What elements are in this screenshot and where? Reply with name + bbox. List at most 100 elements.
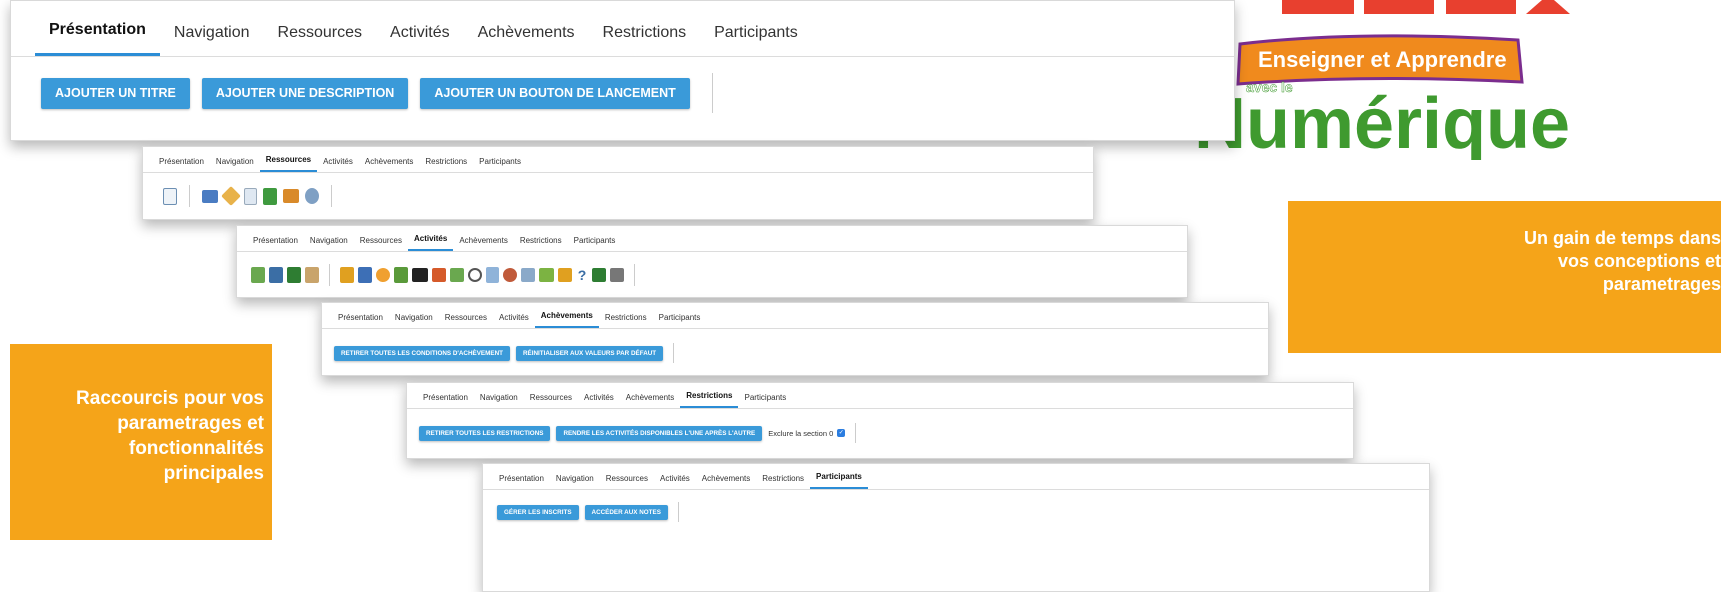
- tab-bar: Présentation Navigation Ressources Activ…: [11, 1, 1234, 57]
- panel-participants: Présentation Navigation Ressources Activ…: [482, 463, 1430, 592]
- tab-ressources[interactable]: Ressources: [264, 24, 376, 56]
- tab-restrictions[interactable]: Restrictions: [514, 236, 568, 251]
- choice-icon[interactable]: [340, 267, 354, 283]
- logo-word: Numérique: [1194, 84, 1570, 160]
- survey-icon[interactable]: [450, 268, 464, 282]
- tab-navigation[interactable]: Navigation: [304, 236, 354, 251]
- file-icon[interactable]: [244, 187, 257, 205]
- panel-presentation: Présentation Navigation Ressources Activ…: [10, 0, 1235, 141]
- tab-restrictions[interactable]: Restrictions: [589, 24, 701, 56]
- callout-line: principales: [163, 463, 264, 484]
- divider: [189, 185, 190, 207]
- tab-ressources[interactable]: Ressources: [259, 155, 318, 172]
- tab-achevements[interactable]: Achèvements: [453, 236, 513, 251]
- puzzle-icon[interactable]: [539, 268, 554, 282]
- remove-completion-button[interactable]: RETIRER TOUTES LES CONDITIONS D'ACHÈVEME…: [334, 345, 510, 361]
- workshop-icon[interactable]: [287, 267, 301, 283]
- tab-restrictions[interactable]: Restrictions: [599, 313, 653, 328]
- tab-presentation[interactable]: Présentation: [247, 236, 304, 251]
- remove-restrictions-button[interactable]: RETIRER TOUTES LES RESTRICTIONS: [419, 425, 551, 441]
- wiki-icon[interactable]: [486, 267, 499, 283]
- page-icon[interactable]: [163, 187, 177, 205]
- access-grades-button[interactable]: ACCÉDER AUX NOTES: [584, 504, 668, 520]
- tab-participants[interactable]: Participants: [568, 236, 622, 251]
- tab-navigation[interactable]: Navigation: [210, 157, 260, 172]
- quiz-icon[interactable]: [468, 268, 482, 282]
- add-title-button[interactable]: AJOUTER UN TITRE: [41, 77, 190, 109]
- tab-restrictions[interactable]: Restrictions: [756, 474, 810, 489]
- exclude-section-checkbox[interactable]: ✓: [837, 429, 846, 437]
- tab-navigation[interactable]: Navigation: [474, 393, 524, 408]
- tab-ressources[interactable]: Ressources: [600, 474, 654, 489]
- tab-participants[interactable]: Participants: [810, 472, 868, 489]
- assignment-icon[interactable]: [394, 267, 408, 283]
- tab-presentation[interactable]: Présentation: [417, 393, 474, 408]
- database-icon[interactable]: [269, 267, 283, 283]
- elea-logo: Enseigner et Apprendre avec le Numérique: [1193, 0, 1572, 160]
- callout-line: Raccourcis pour vos: [76, 388, 264, 409]
- tab-activites[interactable]: Activités: [317, 157, 359, 172]
- tab-navigation[interactable]: Navigation: [160, 24, 264, 56]
- tab-restrictions[interactable]: Restrictions: [680, 391, 739, 408]
- tab-activites[interactable]: Activités: [654, 474, 696, 489]
- tab-bar: Présentation Navigation Ressources Activ…: [143, 147, 1093, 173]
- tab-achevements[interactable]: Achèvements: [359, 157, 419, 172]
- imscp-icon[interactable]: [283, 189, 299, 203]
- h5p-icon[interactable]: [412, 268, 428, 282]
- lesson-icon[interactable]: [305, 267, 319, 283]
- tab-achevements[interactable]: Achèvements: [620, 393, 680, 408]
- tab-presentation[interactable]: Présentation: [332, 313, 389, 328]
- lti-icon[interactable]: [521, 268, 535, 282]
- tab-participants[interactable]: Participants: [700, 24, 812, 56]
- grid-icon[interactable]: [610, 268, 624, 282]
- tab-presentation[interactable]: Présentation: [153, 157, 210, 172]
- tab-ressources[interactable]: Ressources: [524, 393, 578, 408]
- sequential-availability-button[interactable]: RENDRE LES ACTIVITÉS DISPONIBLES L'UNE A…: [556, 425, 763, 441]
- panel-achevements: Présentation Navigation Ressources Activ…: [321, 302, 1269, 376]
- tab-participants[interactable]: Participants: [653, 313, 707, 328]
- tab-activites[interactable]: Activités: [578, 393, 620, 408]
- tab-navigation[interactable]: Navigation: [389, 313, 439, 328]
- forum-icon[interactable]: [432, 268, 446, 282]
- divider: [673, 343, 675, 363]
- tab-restrictions[interactable]: Restrictions: [419, 157, 473, 172]
- divider: [711, 73, 713, 113]
- tab-presentation[interactable]: Présentation: [35, 21, 160, 56]
- tab-achevements[interactable]: Achèvements: [534, 311, 599, 328]
- chat-icon[interactable]: [376, 268, 390, 282]
- badge-icon[interactable]: [558, 268, 572, 282]
- tab-achevements[interactable]: Achèvements: [696, 474, 756, 489]
- tab-activites[interactable]: Activités: [407, 234, 454, 251]
- callout-time-saving: Un gain de temps dans vos conceptions et…: [1288, 201, 1721, 353]
- feedback-icon[interactable]: [358, 267, 372, 283]
- label-icon[interactable]: [305, 188, 319, 204]
- callout-line: parametrages et: [117, 413, 264, 434]
- tab-navigation[interactable]: Navigation: [550, 474, 600, 489]
- elea-letters: [1282, 0, 1570, 14]
- callout-line: parametrages: [1602, 274, 1721, 294]
- panel-toolbar: RETIRER TOUTES LES RESTRICTIONS RENDRE L…: [407, 409, 1353, 457]
- tab-bar: Présentation Navigation Ressources Activ…: [237, 226, 1187, 252]
- tab-participants[interactable]: Participants: [473, 157, 527, 172]
- glossary-icon[interactable]: [251, 267, 265, 283]
- divider: [634, 264, 635, 286]
- question-icon[interactable]: ?: [576, 267, 588, 283]
- manage-enrolled-button[interactable]: GÉRER LES INSCRITS: [497, 504, 579, 520]
- scorm-icon[interactable]: [503, 268, 517, 282]
- reset-defaults-button[interactable]: RÉINITIALISER AUX VALEURS PAR DÉFAUT: [515, 345, 664, 361]
- book-icon[interactable]: [263, 187, 277, 205]
- callout-line: vos conceptions et: [1557, 251, 1721, 271]
- tab-presentation[interactable]: Présentation: [493, 474, 550, 489]
- add-launch-button[interactable]: AJOUTER UN BOUTON DE LANCEMENT: [420, 77, 690, 109]
- url-icon[interactable]: [221, 186, 241, 206]
- tab-activites[interactable]: Activités: [493, 313, 535, 328]
- tab-ressources[interactable]: Ressources: [439, 313, 493, 328]
- checklist-icon[interactable]: [592, 268, 606, 282]
- add-description-button[interactable]: AJOUTER UNE DESCRIPTION: [201, 77, 409, 109]
- folder-icon[interactable]: [202, 189, 218, 203]
- panel-restrictions: Présentation Navigation Ressources Activ…: [406, 382, 1354, 459]
- tab-activites[interactable]: Activités: [376, 24, 464, 56]
- tab-achevements[interactable]: Achèvements: [464, 24, 589, 56]
- tab-participants[interactable]: Participants: [738, 393, 792, 408]
- tab-ressources[interactable]: Ressources: [354, 236, 408, 251]
